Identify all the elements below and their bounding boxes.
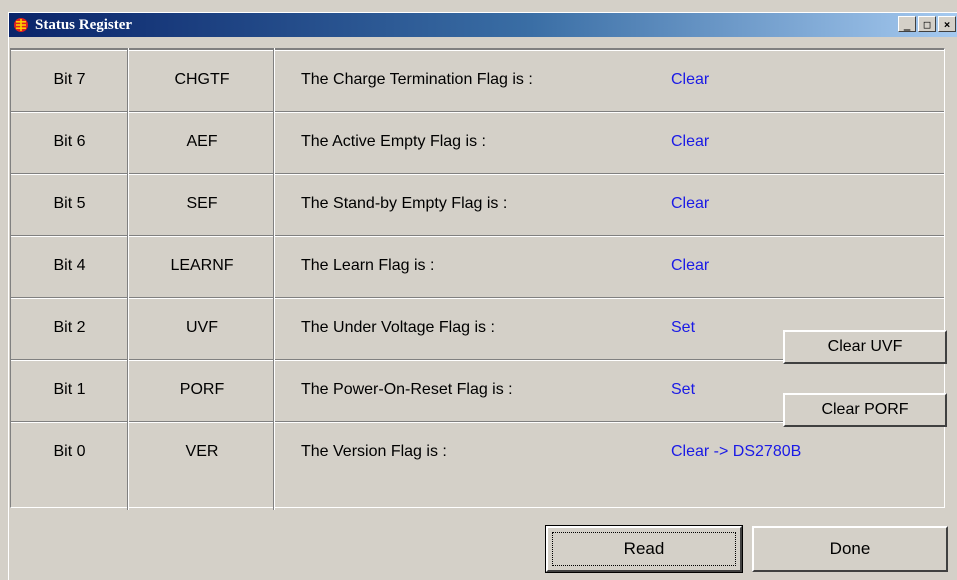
bit-number: Bit 6 — [53, 133, 86, 150]
flag-value: Clear — [671, 71, 710, 88]
flag-description: The Stand-by Empty Flag is : — [301, 195, 508, 212]
bit-number: Bit 7 — [53, 71, 86, 88]
flag-description: The Version Flag is : — [301, 443, 447, 460]
flag-name: CHGTF — [174, 71, 230, 88]
focus-rectangle — [552, 532, 736, 566]
table-row: Bit 0 VER The Version Flag is : Clear ->… — [11, 421, 944, 483]
read-button[interactable]: Read — [545, 525, 743, 573]
column-divider — [273, 48, 275, 510]
flag-description: The Charge Termination Flag is : — [301, 71, 533, 88]
flag-value: Clear — [671, 133, 710, 150]
app-icon — [13, 17, 29, 33]
flag-description: The Active Empty Flag is : — [301, 133, 486, 150]
flag-value: Clear — [671, 257, 710, 274]
flag-name: PORF — [179, 381, 225, 398]
bit-number: Bit 1 — [53, 381, 86, 398]
window-title: Status Register — [35, 16, 133, 33]
clear-uvf-button[interactable]: Clear UVF — [783, 330, 947, 364]
bit-number: Bit 0 — [53, 443, 86, 460]
title-bar[interactable]: Status Register _ □ × — [9, 13, 957, 37]
flag-name: AEF — [186, 133, 218, 150]
status-table: Bit 7 CHGTF The Charge Termination Flag … — [10, 48, 945, 508]
flag-value: Clear -> DS2780B — [671, 443, 802, 460]
bit-number: Bit 5 — [53, 195, 86, 212]
table-row: Bit 4 LEARNF The Learn Flag is : Clear — [11, 235, 944, 297]
flag-description: The Learn Flag is : — [301, 257, 435, 274]
minimize-button[interactable]: _ — [898, 16, 916, 32]
column-divider — [127, 48, 129, 510]
flag-value: Clear — [671, 195, 710, 212]
minimize-icon: _ — [903, 17, 911, 31]
table-row: Bit 5 SEF The Stand-by Empty Flag is : C… — [11, 173, 944, 235]
close-button[interactable]: × — [938, 16, 956, 32]
flag-description: The Power-On-Reset Flag is : — [301, 381, 513, 398]
table-row: Bit 7 CHGTF The Charge Termination Flag … — [11, 49, 944, 111]
close-icon: × — [943, 17, 951, 31]
clear-porf-button[interactable]: Clear PORF — [783, 393, 947, 427]
flag-name: SEF — [186, 195, 218, 212]
flag-name: VER — [185, 443, 219, 460]
flag-name: LEARNF — [170, 257, 234, 274]
bit-number: Bit 4 — [53, 257, 86, 274]
flag-name: UVF — [186, 319, 218, 336]
maximize-icon: □ — [923, 17, 931, 31]
flag-description: The Under Voltage Flag is : — [301, 319, 495, 336]
done-button[interactable]: Done — [752, 526, 948, 572]
maximize-button[interactable]: □ — [918, 16, 936, 32]
bit-number: Bit 2 — [53, 319, 86, 336]
table-row: Bit 6 AEF The Active Empty Flag is : Cle… — [11, 111, 944, 173]
